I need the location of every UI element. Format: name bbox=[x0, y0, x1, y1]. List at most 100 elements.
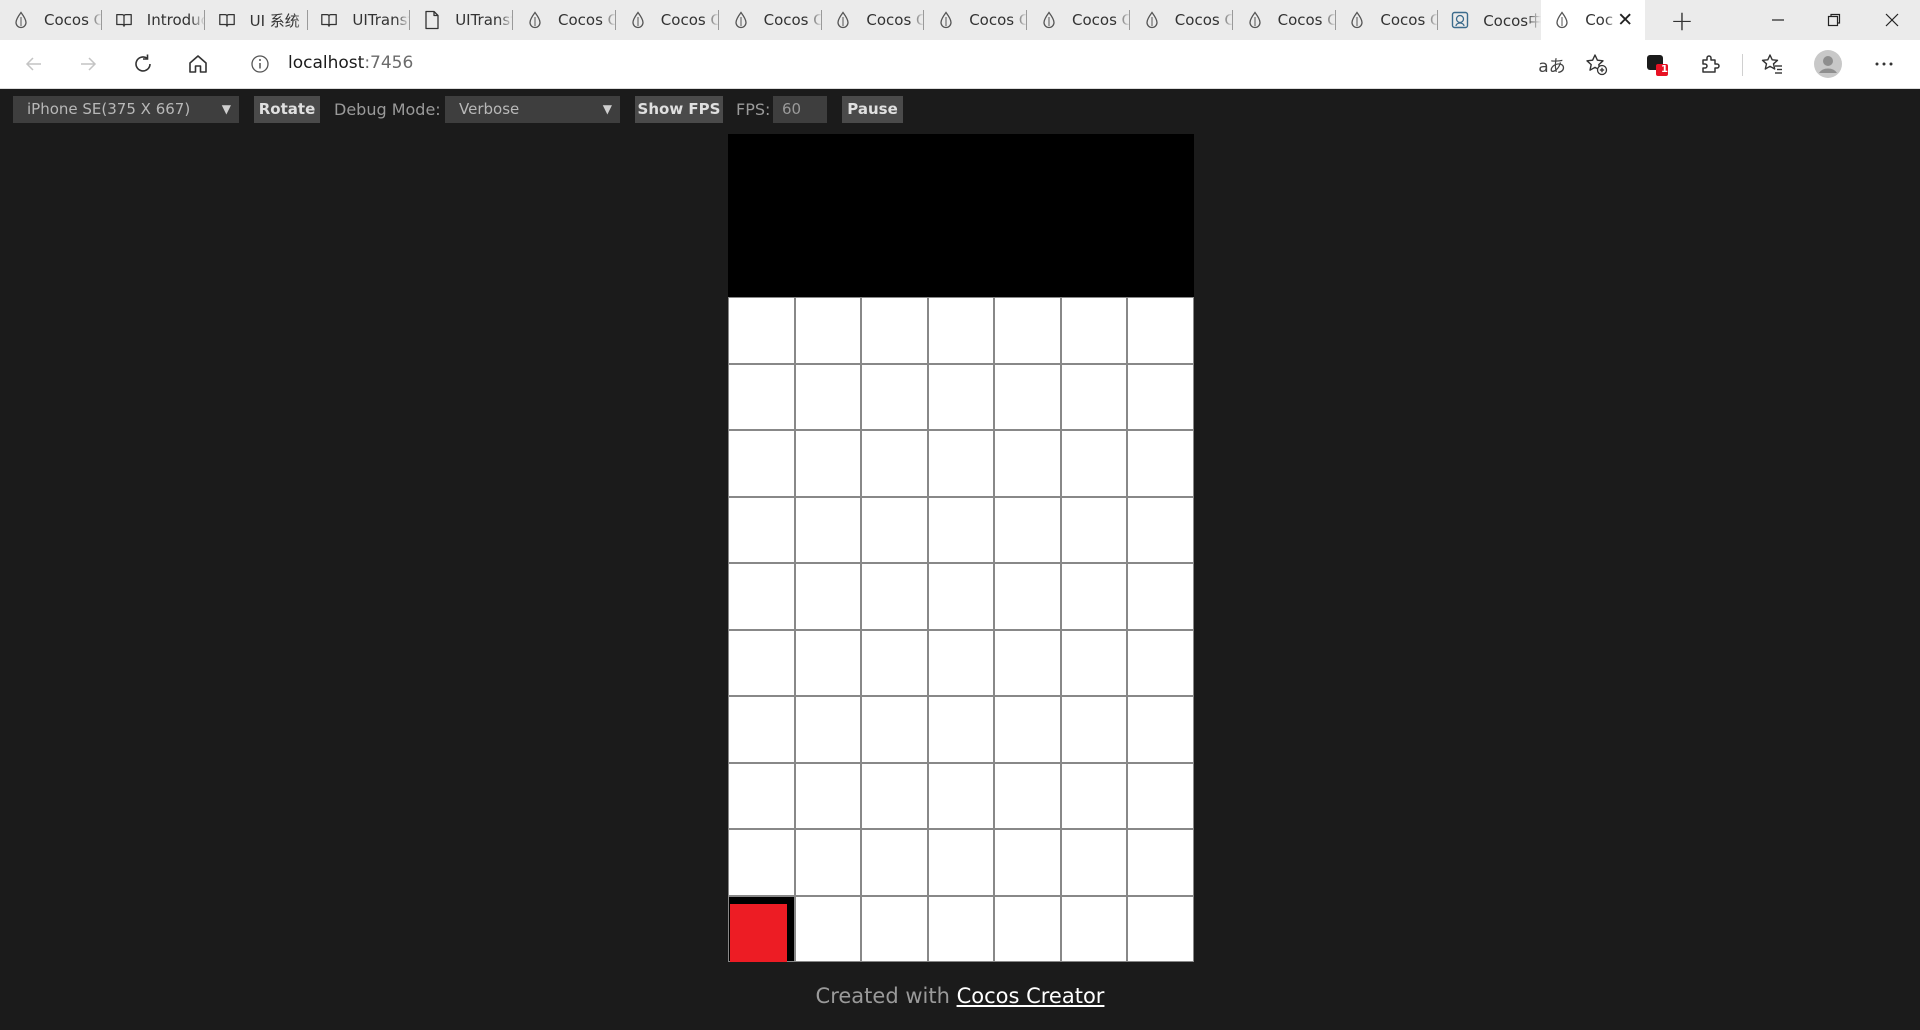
grid-cell[interactable] bbox=[1128, 697, 1193, 762]
browser-tab[interactable]: Cocos C bbox=[514, 0, 616, 40]
grid-cell[interactable] bbox=[862, 364, 927, 429]
browser-tab[interactable]: Cocos C bbox=[617, 0, 719, 40]
close-tab-icon[interactable]: ✕ bbox=[1615, 9, 1635, 31]
cocos-creator-link[interactable]: Cocos Creator bbox=[957, 984, 1105, 1008]
grid-cell[interactable] bbox=[1128, 763, 1193, 828]
grid-cell[interactable] bbox=[928, 896, 994, 961]
rotate-button[interactable]: Rotate bbox=[254, 96, 320, 123]
grid-cell[interactable] bbox=[1061, 697, 1127, 762]
browser-tab[interactable]: Introduc bbox=[103, 0, 205, 40]
grid-cell[interactable] bbox=[995, 431, 1060, 496]
browser-tab[interactable]: Cocos C bbox=[1234, 0, 1336, 40]
browser-tab[interactable]: Cocos C bbox=[822, 0, 925, 40]
grid-cell[interactable] bbox=[729, 431, 794, 496]
grid-cell[interactable] bbox=[928, 630, 994, 695]
browser-tab[interactable]: UITransfo bbox=[411, 0, 514, 40]
fps-input[interactable]: 60 bbox=[773, 96, 827, 123]
grid-cell[interactable] bbox=[1128, 298, 1193, 363]
grid-cell[interactable] bbox=[928, 564, 994, 629]
game-canvas[interactable] bbox=[728, 134, 1194, 962]
grid-cell[interactable] bbox=[795, 564, 861, 629]
show-fps-button[interactable]: Show FPS bbox=[635, 96, 723, 123]
grid-cell[interactable] bbox=[928, 497, 994, 562]
grid-cell[interactable] bbox=[862, 298, 927, 363]
grid-cell[interactable] bbox=[995, 298, 1060, 363]
grid-cell[interactable] bbox=[1061, 630, 1127, 695]
grid-cell[interactable] bbox=[1061, 763, 1127, 828]
browser-tab[interactable]: Coc ✕ bbox=[1541, 0, 1646, 40]
debug-mode-select[interactable]: Verbose ▼ bbox=[445, 96, 620, 123]
grid-cell[interactable] bbox=[795, 364, 861, 429]
grid-cell[interactable] bbox=[795, 497, 861, 562]
url-text[interactable]: localhost:7456 bbox=[288, 53, 413, 73]
more-menu-icon[interactable] bbox=[1864, 44, 1904, 84]
grid-cell[interactable] bbox=[995, 830, 1060, 895]
grid-cell[interactable] bbox=[1128, 630, 1193, 695]
grid-cell[interactable] bbox=[1061, 298, 1127, 363]
home-button[interactable] bbox=[178, 44, 218, 84]
extensions-icon[interactable] bbox=[1690, 44, 1730, 84]
grid-cell[interactable] bbox=[729, 564, 794, 629]
translate-icon[interactable]: aあ bbox=[1532, 44, 1572, 84]
grid-cell[interactable] bbox=[995, 896, 1060, 961]
back-button[interactable] bbox=[14, 44, 54, 84]
grid-cell[interactable] bbox=[995, 697, 1060, 762]
grid-cell[interactable] bbox=[995, 630, 1060, 695]
grid-cell[interactable] bbox=[1061, 431, 1127, 496]
grid-cell[interactable] bbox=[1061, 830, 1127, 895]
grid-cell[interactable] bbox=[995, 364, 1060, 429]
grid-cell[interactable] bbox=[729, 763, 794, 828]
browser-tab[interactable]: Cocos C bbox=[925, 0, 1028, 40]
grid-cell[interactable] bbox=[995, 763, 1060, 828]
forward-button[interactable] bbox=[68, 44, 108, 84]
refresh-button[interactable] bbox=[123, 44, 163, 84]
grid-cell[interactable] bbox=[862, 564, 927, 629]
add-favorite-icon[interactable] bbox=[1576, 44, 1616, 84]
browser-tab[interactable]: Cocos C bbox=[720, 0, 822, 40]
grid-cell[interactable] bbox=[928, 830, 994, 895]
browser-tab[interactable]: Cocos C bbox=[1336, 0, 1439, 40]
grid-cell[interactable] bbox=[862, 830, 927, 895]
grid-cell[interactable] bbox=[928, 763, 994, 828]
grid-cell[interactable] bbox=[795, 697, 861, 762]
browser-tab[interactable]: UITransfo bbox=[308, 0, 411, 40]
url-box[interactable] bbox=[234, 46, 1574, 82]
game-piece[interactable] bbox=[730, 903, 787, 962]
grid-cell[interactable] bbox=[795, 298, 861, 363]
grid-cell[interactable] bbox=[729, 364, 794, 429]
grid-cell[interactable] bbox=[862, 431, 927, 496]
minimize-button[interactable] bbox=[1750, 0, 1806, 40]
grid-cell[interactable] bbox=[1128, 564, 1193, 629]
grid-cell[interactable] bbox=[729, 298, 794, 363]
grid-cell[interactable] bbox=[862, 763, 927, 828]
grid-cell[interactable] bbox=[928, 697, 994, 762]
favorites-icon[interactable] bbox=[1752, 44, 1792, 84]
grid-cell[interactable] bbox=[1061, 497, 1127, 562]
grid-cell[interactable] bbox=[862, 896, 927, 961]
restore-button[interactable] bbox=[1806, 0, 1862, 40]
browser-tab[interactable]: Cocos C bbox=[1028, 0, 1130, 40]
grid-cell[interactable] bbox=[1128, 364, 1193, 429]
grid-cell[interactable] bbox=[729, 830, 794, 895]
browser-tab[interactable]: Cocos Cr bbox=[0, 0, 102, 40]
new-tab-button[interactable]: + bbox=[1666, 4, 1698, 37]
grid-cell[interactable] bbox=[995, 564, 1060, 629]
browser-tab[interactable]: UI 系统 bbox=[206, 0, 308, 40]
site-info-icon[interactable] bbox=[240, 44, 280, 84]
device-select[interactable]: iPhone SE(375 X 667) ▼ bbox=[13, 96, 239, 123]
grid-cell[interactable] bbox=[1061, 564, 1127, 629]
grid-cell[interactable] bbox=[995, 497, 1060, 562]
grid-cell[interactable] bbox=[795, 896, 861, 961]
pause-button[interactable]: Pause bbox=[842, 96, 903, 123]
grid-cell[interactable] bbox=[862, 630, 927, 695]
grid-cell[interactable] bbox=[729, 697, 794, 762]
profile-avatar[interactable] bbox=[1808, 44, 1848, 84]
grid-cell[interactable] bbox=[729, 497, 794, 562]
grid-cell[interactable] bbox=[1128, 896, 1193, 961]
browser-tab[interactable]: Cocos中 bbox=[1439, 0, 1542, 40]
grid-cell[interactable] bbox=[729, 896, 794, 962]
grid-cell[interactable] bbox=[928, 431, 994, 496]
close-window-button[interactable] bbox=[1864, 0, 1920, 40]
grid-cell[interactable] bbox=[795, 431, 861, 496]
browser-tab[interactable]: Cocos C bbox=[1131, 0, 1233, 40]
